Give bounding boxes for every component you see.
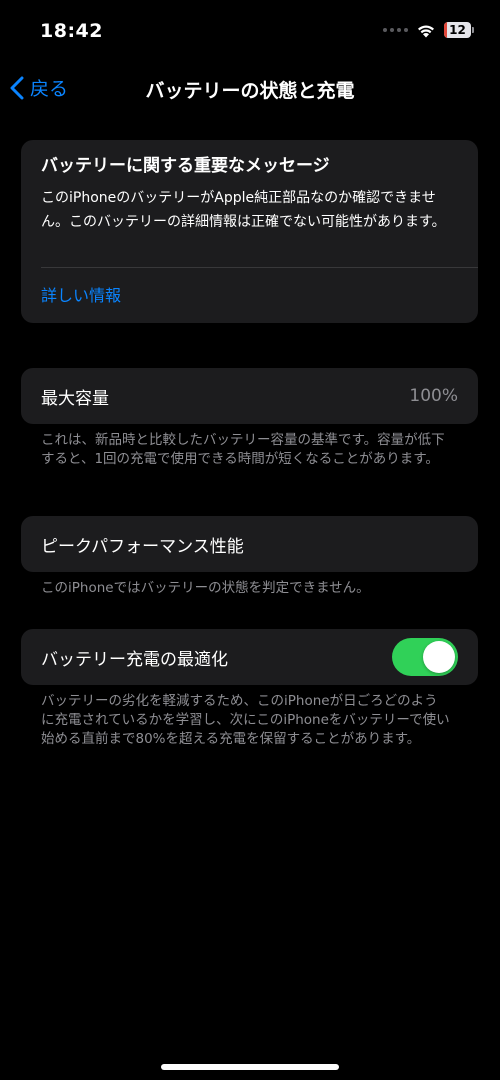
battery-fill <box>444 22 448 38</box>
battery-level-text: 12 <box>449 23 466 37</box>
optimized-charging-row: バッテリー充電の最適化 <box>21 629 478 685</box>
status-time: 18:42 <box>40 20 103 42</box>
optimized-charging-toggle[interactable] <box>392 638 458 676</box>
peak-performance-row: ピークパフォーマンス性能 <box>21 516 478 572</box>
home-indicator[interactable] <box>161 1064 339 1070</box>
navigation-bar: 戻る バッテリーの状態と充電 <box>0 64 500 114</box>
battery-icon: 12 <box>444 22 474 38</box>
toggle-knob <box>423 641 455 673</box>
max-capacity-label: 最大容量 <box>41 388 109 409</box>
max-capacity-note: これは、新品時と比較したバッテリー容量の基準です。容量が低下すると、1回の充電で… <box>41 432 445 467</box>
page-title: バッテリーの状態と充電 <box>145 80 355 102</box>
message-title: バッテリーに関する重要なメッセージ <box>41 156 330 176</box>
message-body: このiPhoneのバッテリーがApple純正部品なのか確認できません。このバッテ… <box>41 190 446 230</box>
peak-performance-label: ピークパフォーマンス性能 <box>41 536 244 557</box>
max-capacity-value: 100% <box>409 386 458 406</box>
cellular-dots-icon <box>383 28 408 32</box>
wifi-icon <box>416 23 436 38</box>
more-info-link[interactable]: 詳しい情報 <box>41 282 121 306</box>
battery-message-card: バッテリーに関する重要なメッセージ このiPhoneのバッテリーがApple純正… <box>21 140 478 323</box>
optimized-charging-note: バッテリーの劣化を軽減するため、このiPhoneが日ごろどのように充電されている… <box>41 693 450 747</box>
optimized-charging-label: バッテリー充電の最適化 <box>41 649 228 670</box>
status-bar: 18:42 12 <box>0 0 500 64</box>
status-icons: 12 <box>383 22 474 38</box>
max-capacity-row: 最大容量 100% <box>21 368 478 424</box>
divider <box>41 267 478 268</box>
peak-performance-note: このiPhoneではバッテリーの状態を判定できません。 <box>41 580 370 596</box>
